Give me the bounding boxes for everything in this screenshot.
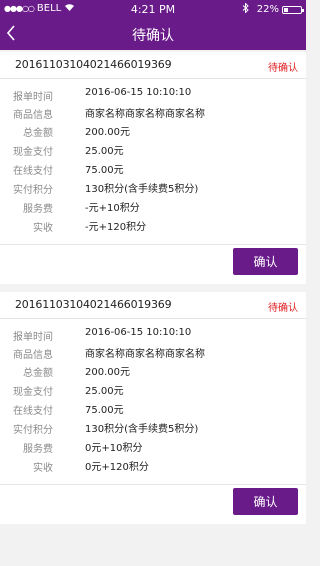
order-card: 20161103104021466019369 待确认 报单时间 2016-06…: [0, 292, 306, 524]
divider: [0, 484, 306, 485]
detail-label: 商品信息: [13, 110, 53, 121]
nav-bar: 待确认: [0, 18, 306, 50]
detail-label: 商品信息: [13, 350, 53, 361]
detail-row-total-amount: 总金额 200.00元: [0, 362, 306, 380]
bluetooth-icon: [242, 2, 249, 16]
detail-row-report-time: 报单时间 2016-06-15 10:10:10: [0, 326, 306, 344]
confirm-button[interactable]: 确认: [233, 248, 298, 275]
status-right: 22%: [242, 2, 304, 16]
detail-label: 服务费: [23, 444, 53, 455]
confirm-button[interactable]: 确认: [233, 488, 298, 515]
detail-label: 实付积分: [13, 425, 53, 436]
detail-label: 实收: [33, 223, 53, 234]
detail-row-report-time: 报单时间 2016-06-15 10:10:10: [0, 86, 306, 104]
detail-value: 商家名称商家名称商家名称: [85, 349, 205, 360]
order-card: 20161103104021466019369 待确认 报单时间 2016-06…: [0, 52, 306, 284]
detail-value: 25.00元: [85, 386, 124, 397]
detail-row-points-paid: 实付积分 130积分(含手续费5积分): [0, 179, 306, 197]
detail-row-product-info: 商品信息 商家名称商家名称商家名称: [0, 104, 306, 122]
detail-label: 在线支付: [13, 166, 53, 177]
detail-row-received: 实收 -元+120积分: [0, 217, 306, 235]
detail-row-points-paid: 实付积分 130积分(含手续费5积分): [0, 419, 306, 437]
detail-label: 总金额: [23, 128, 53, 139]
detail-value: -元+10积分: [85, 203, 140, 214]
detail-row-cash-payment: 现金支付 25.00元: [0, 381, 306, 399]
detail-value: 25.00元: [85, 146, 124, 157]
detail-value: 0元+10积分: [85, 443, 143, 454]
detail-value: 200.00元: [85, 127, 130, 138]
status-bar: ●●●○○ BELL 4:21 PM 22%: [0, 0, 306, 18]
detail-row-total-amount: 总金额 200.00元: [0, 122, 306, 140]
detail-label: 报单时间: [13, 332, 53, 343]
detail-value: 0元+120积分: [85, 462, 149, 473]
detail-label: 现金支付: [13, 147, 53, 158]
detail-value: 商家名称商家名称商家名称: [85, 109, 205, 120]
detail-value: 75.00元: [85, 405, 124, 416]
detail-value: 2016-06-15 10:10:10: [85, 327, 192, 338]
status-badge: 待确认: [268, 63, 298, 74]
order-number: 20161103104021466019369: [15, 298, 172, 311]
battery-icon: [282, 5, 304, 14]
detail-row-received: 实收 0元+120积分: [0, 457, 306, 475]
order-header: 20161103104021466019369 待确认: [0, 292, 306, 319]
detail-value: 130积分(含手续费5积分): [85, 424, 199, 435]
page-title: 待确认: [132, 28, 174, 44]
order-number: 20161103104021466019369: [15, 58, 172, 71]
detail-value: 2016-06-15 10:10:10: [85, 87, 192, 98]
order-header: 20161103104021466019369 待确认: [0, 52, 306, 79]
status-badge: 待确认: [268, 303, 298, 314]
detail-label: 报单时间: [13, 92, 53, 103]
battery-fill: [284, 7, 288, 12]
detail-value: -元+120积分: [85, 222, 147, 233]
detail-value: 75.00元: [85, 165, 124, 176]
detail-row-service-fee: 服务费 -元+10积分: [0, 198, 306, 216]
detail-label: 实收: [33, 463, 53, 474]
detail-label: 在线支付: [13, 406, 53, 417]
detail-row-cash-payment: 现金支付 25.00元: [0, 141, 306, 159]
detail-row-product-info: 商品信息 商家名称商家名称商家名称: [0, 344, 306, 362]
detail-label: 总金额: [23, 368, 53, 379]
battery-percent: 22%: [256, 4, 279, 15]
detail-label: 现金支付: [13, 387, 53, 398]
detail-value: 200.00元: [85, 367, 130, 378]
detail-label: 服务费: [23, 204, 53, 215]
divider: [0, 244, 306, 245]
detail-row-service-fee: 服务费 0元+10积分: [0, 438, 306, 456]
detail-label: 实付积分: [13, 185, 53, 196]
detail-value: 130积分(含手续费5积分): [85, 184, 199, 195]
detail-row-online-payment: 在线支付 75.00元: [0, 400, 306, 418]
detail-row-online-payment: 在线支付 75.00元: [0, 160, 306, 178]
